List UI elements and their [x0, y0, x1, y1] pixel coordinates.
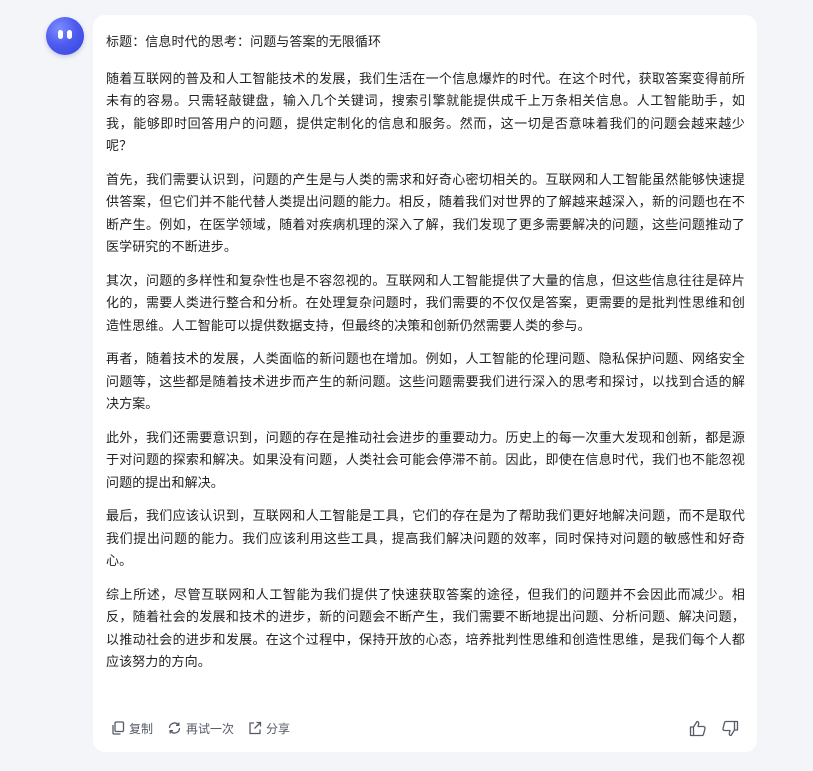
- dislike-button[interactable]: [721, 720, 739, 737]
- retry-label: 再试一次: [186, 721, 235, 736]
- message-paragraph: 再者，随着技术的发展，人类面临的新问题也在增加。例如，人工智能的伦理问题、隐私保…: [106, 352, 745, 412]
- message-paragraph: 最后，我们应该认识到，互联网和人工智能是工具，它们的存在是为了帮助我们更好地解决…: [106, 509, 745, 569]
- message-content: 标题：信息时代的思考：问题与答案的无限循环 随着互联网的普及和人工智能技术的发展…: [106, 32, 745, 675]
- message-title: 标题：信息时代的思考：问题与答案的无限循环: [106, 35, 382, 50]
- retry-button[interactable]: 再试一次: [167, 720, 234, 737]
- like-button[interactable]: [689, 720, 707, 737]
- share-button[interactable]: 分享: [248, 720, 290, 737]
- refresh-icon: [168, 722, 181, 734]
- message-paragraph: 此外，我们还需要意识到，问题的存在是推动社会进步的重要动力。历史上的每一次重大发…: [106, 430, 745, 491]
- share-icon: [249, 721, 262, 735]
- assistant-avatar: [46, 17, 84, 55]
- message-paragraph: 首先，我们需要认识到，问题的产生是与人类的需求和好奇心密切相关的。互联网和人工智…: [106, 172, 745, 256]
- share-label: 分享: [266, 721, 291, 736]
- message-action-bar: 复制 再试一次 分享: [111, 717, 739, 739]
- assistant-message-bubble: 标题：信息时代的思考：问题与答案的无限循环 随着互联网的普及和人工智能技术的发展…: [93, 15, 757, 752]
- message-paragraph: 综上所述，尽管互联网和人工智能为我们提供了快速获取答案的途径，但我们的问题并不会…: [106, 587, 745, 671]
- message-paragraph: 随着互联网的普及和人工智能技术的发展，我们生活在一个信息爆炸的时代。在这个时代，…: [106, 71, 745, 155]
- copy-label: 复制: [129, 721, 154, 736]
- copy-icon: [112, 721, 125, 735]
- avatar-left-eye: [58, 30, 63, 39]
- copy-button[interactable]: 复制: [111, 720, 153, 737]
- avatar-right-eye: [67, 30, 72, 39]
- thumbs-up-icon: [689, 720, 706, 736]
- thumbs-down-icon: [722, 720, 739, 736]
- message-paragraph: 其次，问题的多样性和复杂性也是不容忽视的。互联网和人工智能提供了大量的信息，但这…: [106, 273, 745, 334]
